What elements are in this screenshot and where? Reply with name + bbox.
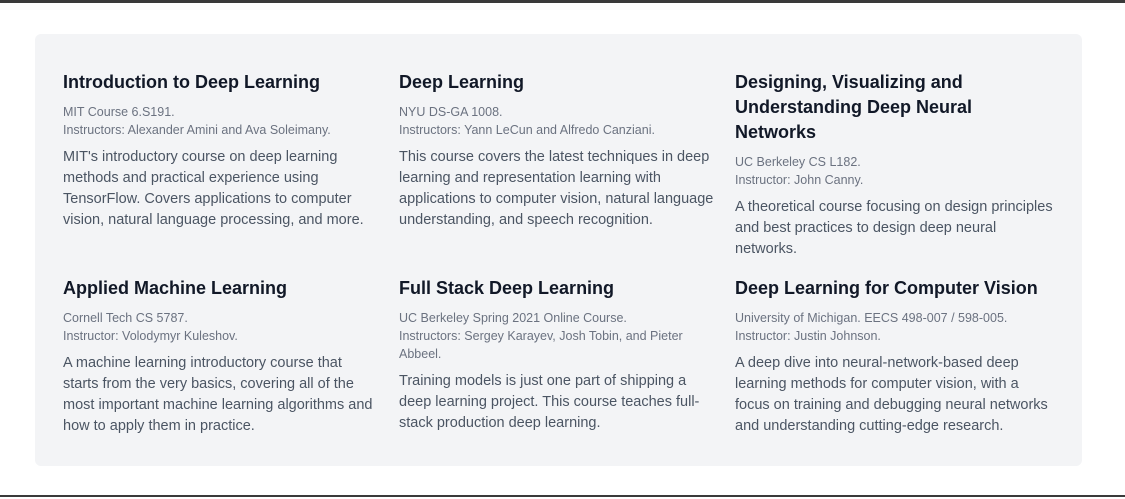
course-title[interactable]: Deep Learning: [399, 70, 717, 95]
course-title[interactable]: Full Stack Deep Learning: [399, 276, 717, 301]
course-title[interactable]: Applied Machine Learning: [63, 276, 381, 301]
course-meta: Cornell Tech CS 5787. Instructor: Volody…: [63, 309, 381, 345]
course-instructors: Instructor: Volodymyr Kuleshov.: [63, 329, 238, 343]
course-code: UC Berkeley CS L182.: [735, 155, 861, 169]
course-code: University of Michigan. EECS 498-007 / 5…: [735, 311, 1008, 325]
course-card-full-stack-dl: Full Stack Deep Learning UC Berkeley Spr…: [399, 276, 717, 456]
course-description: Training models is just one part of ship…: [399, 373, 700, 431]
course-meta: MIT Course 6.S191. Instructors: Alexande…: [63, 103, 381, 139]
course-instructors: Instructors: Sergey Karayev, Josh Tobin,…: [399, 329, 683, 361]
course-meta: UC Berkeley Spring 2021 Online Course. I…: [399, 309, 717, 363]
top-divider: [0, 0, 1125, 3]
course-title[interactable]: Introduction to Deep Learning: [63, 70, 381, 95]
course-code: MIT Course 6.S191.: [63, 105, 175, 119]
course-title[interactable]: Designing, Visualizing and Understanding…: [735, 70, 1053, 145]
course-card-deep-learning-nyu: Deep Learning NYU DS-GA 1008. Instructor…: [399, 70, 717, 276]
course-meta: University of Michigan. EECS 498-007 / 5…: [735, 309, 1053, 345]
course-meta: UC Berkeley CS L182. Instructor: John Ca…: [735, 153, 1053, 189]
course-code: UC Berkeley Spring 2021 Online Course.: [399, 311, 627, 325]
course-description: This course covers the latest techniques…: [399, 149, 714, 228]
course-instructors: Instructors: Yann LeCun and Alfredo Canz…: [399, 123, 655, 137]
bottom-divider: [0, 495, 1125, 497]
course-code: NYU DS-GA 1008.: [399, 105, 503, 119]
course-title[interactable]: Deep Learning for Computer Vision: [735, 276, 1053, 301]
course-instructors: Instructor: John Canny.: [735, 173, 864, 187]
course-meta: NYU DS-GA 1008. Instructors: Yann LeCun …: [399, 103, 717, 139]
course-instructors: Instructors: Alexander Amini and Ava Sol…: [63, 123, 331, 137]
course-card-intro-deep-learning: Introduction to Deep Learning MIT Course…: [63, 70, 381, 276]
course-description: A theoretical course focusing on design …: [735, 199, 1053, 257]
course-card-dl-computer-vision: Deep Learning for Computer Vision Univer…: [735, 276, 1053, 456]
course-card-designing-dnn: Designing, Visualizing and Understanding…: [735, 70, 1053, 276]
course-description: A machine learning introductory course t…: [63, 355, 373, 434]
course-code: Cornell Tech CS 5787.: [63, 311, 188, 325]
courses-grid: Introduction to Deep Learning MIT Course…: [63, 70, 1063, 456]
course-description: MIT's introductory course on deep learni…: [63, 149, 364, 228]
course-instructors: Instructor: Justin Johnson.: [735, 329, 881, 343]
courses-panel: Introduction to Deep Learning MIT Course…: [35, 34, 1082, 466]
course-card-applied-ml: Applied Machine Learning Cornell Tech CS…: [63, 276, 381, 456]
course-description: A deep dive into neural-network-based de…: [735, 355, 1048, 434]
